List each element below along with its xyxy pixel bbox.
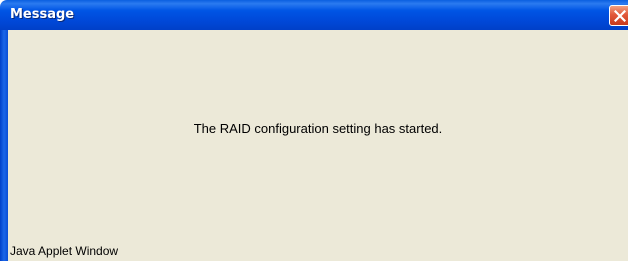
dialog-body: The RAID configuration setting has start… bbox=[8, 30, 628, 261]
title-bar[interactable]: Message bbox=[0, 0, 628, 30]
window-frame-left bbox=[0, 30, 8, 261]
close-icon bbox=[614, 10, 626, 22]
dialog-message: The RAID configuration setting has start… bbox=[193, 121, 443, 136]
close-button[interactable] bbox=[609, 5, 628, 26]
applet-window-label: Java Applet Window bbox=[10, 244, 119, 258]
window-title: Message bbox=[10, 7, 75, 22]
message-dialog-window: Message The RAID configuration setting h… bbox=[0, 0, 628, 261]
